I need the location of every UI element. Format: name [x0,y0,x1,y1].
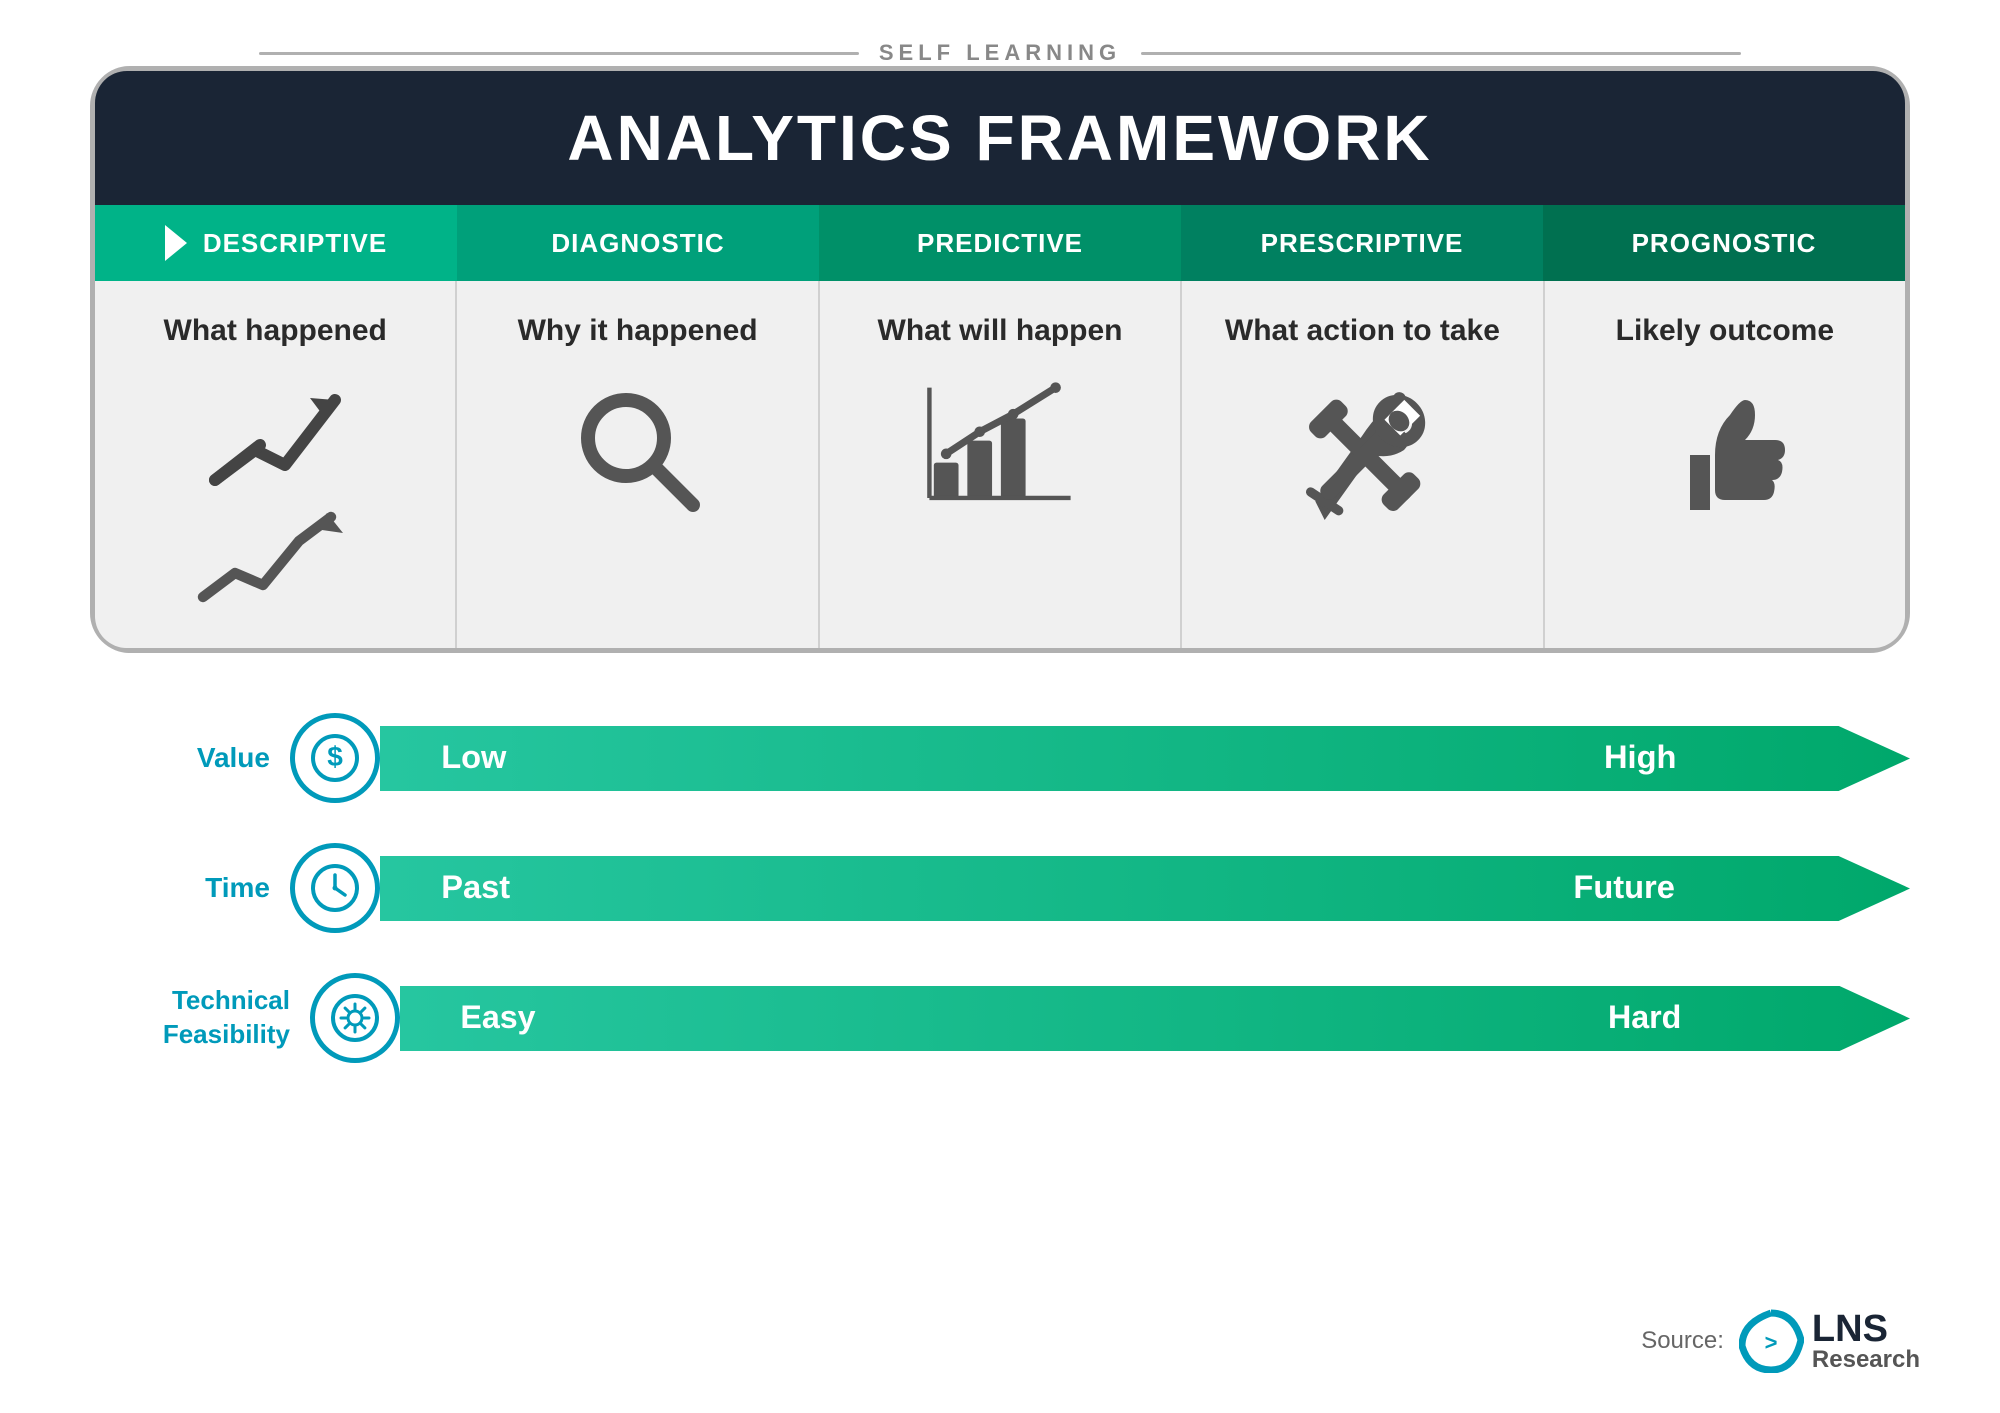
columns-content-row: What happened [95,281,1905,648]
source-label: Source: [1641,1327,1724,1355]
framework-box: ANALYTICS FRAMEWORK DESCRIPTIVE DIAGNOST… [90,66,1910,653]
col-label-diagnostic: DIAGNOSTIC [551,228,724,259]
svg-text:Easy: Easy [460,999,535,1035]
arrow-label-value: Value [90,740,290,776]
page-container: SELF LEARNING ANALYTICS FRAMEWORK DESCRI… [0,0,2000,1413]
icon-chart [925,380,1075,528]
col-header-prognostic: PROGNOSTIC [1543,205,1905,281]
col-label-descriptive: DESCRIPTIVE [203,228,387,259]
icon-wrench [1287,380,1437,538]
col-content-predictive: What will happen [820,281,1182,648]
icon-search [568,380,708,538]
col-label-predictive: PREDICTIVE [917,228,1083,259]
arrow-bar-time: Past Future [380,851,1910,926]
col-label-prognostic: PROGNOSTIC [1632,228,1817,259]
arrow-bar-value: Low High [380,721,1910,796]
col-content-prognostic: Likely outcome [1545,281,1905,648]
svg-text:Future: Future [1573,869,1675,905]
col-header-prescriptive: PRESCRIPTIVE [1181,205,1543,281]
arrows-section: Value $ Low High [90,713,1910,1063]
col-desc-prescriptive: What action to take [1225,311,1500,350]
lns-text-bottom: Research [1812,1348,1920,1372]
arrow-bar-technical: Easy Hard [400,981,1910,1056]
arrow-row-time: Time Past [90,843,1910,933]
icon-gear [310,973,400,1063]
lns-logo-icon: > [1739,1308,1804,1373]
icon-dollar: $ [290,713,380,803]
col-header-diagnostic: DIAGNOSTIC [457,205,819,281]
svg-text:High: High [1604,739,1677,775]
icon-trend [195,380,355,608]
icon-clock [290,843,380,933]
framework-header: ANALYTICS FRAMEWORK [95,71,1905,205]
svg-text:$: $ [327,741,343,772]
columns-header-row: DESCRIPTIVE DIAGNOSTIC PREDICTIVE PRESCR… [95,205,1905,281]
svg-text:>: > [1764,1330,1777,1355]
source-section: Source: > LNS Research [1641,1308,1920,1373]
framework-title: ANALYTICS FRAMEWORK [95,101,1905,175]
col-desc-diagnostic: Why it happened [518,311,758,350]
arrow-label-technical: Technical Feasibility [90,984,310,1052]
lns-logo-text: LNS Research [1812,1310,1920,1372]
svg-text:Low: Low [441,739,507,775]
self-learning-label: SELF LEARNING [879,40,1121,66]
col-content-descriptive: What happened [95,281,457,648]
col-label-prescriptive: PRESCRIPTIVE [1261,228,1464,259]
col-content-diagnostic: Why it happened [457,281,819,648]
col-header-descriptive: DESCRIPTIVE [95,205,457,281]
col-header-predictive: PREDICTIVE [819,205,1181,281]
lns-text-top: LNS [1812,1310,1920,1348]
col-desc-descriptive: What happened [164,311,387,350]
icon-thumbsup [1660,380,1790,538]
arrow-label-time: Time [90,870,290,906]
col-desc-prognostic: Likely outcome [1616,311,1834,350]
col-desc-predictive: What will happen [878,311,1123,350]
arrow-icon-descriptive [165,225,187,261]
col-content-prescriptive: What action to take [1182,281,1544,648]
lns-logo: > LNS Research [1739,1308,1920,1373]
svg-text:Hard: Hard [1608,999,1681,1035]
svg-text:Past: Past [441,869,510,905]
arrow-row-value: Value $ Low High [90,713,1910,803]
arrow-row-technical: Technical Feasibility [90,973,1910,1063]
